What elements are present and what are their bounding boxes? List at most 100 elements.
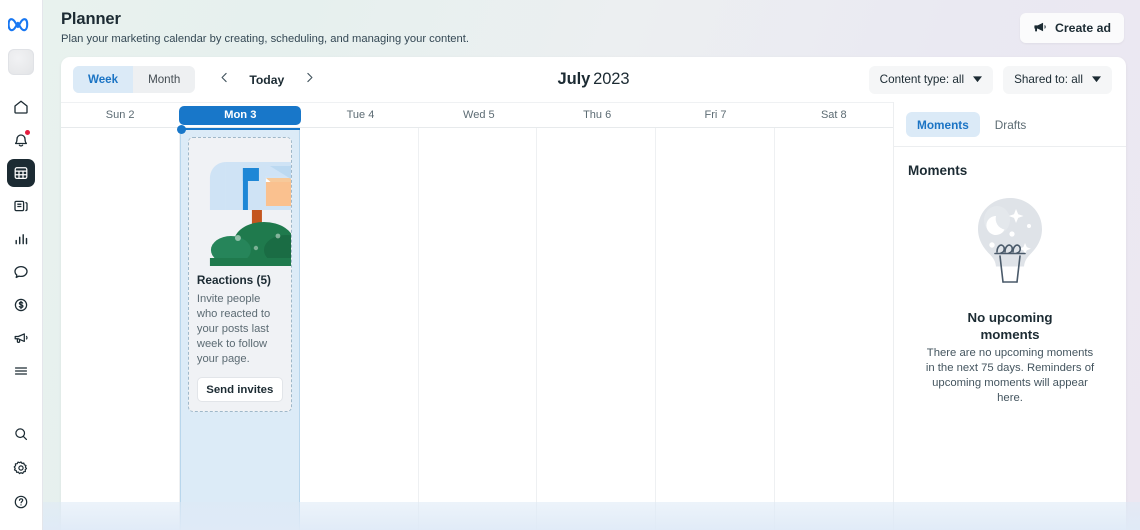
view-switcher: Week Month [73,66,196,93]
calendar-grid: Reactions (5) Invite people who reacted … [61,125,893,530]
planner-board: Week Month Today July 2023 Content type:… [61,57,1126,530]
chevron-left-icon [218,71,231,89]
bar-chart-icon [13,231,29,247]
page-header: Planner Plan your marketing calendar by … [43,0,1140,57]
megaphone-icon [13,330,29,346]
settings-button[interactable] [7,454,35,482]
search-icon [13,426,29,442]
pages-icon [13,198,29,214]
home-icon [13,99,29,115]
event-card-reactions[interactable]: Reactions (5) Invite people who reacted … [187,137,292,412]
day-header-label: Thu 6 [583,109,612,121]
day-header-sun[interactable]: Sun 2 [61,103,179,127]
view-month-button[interactable]: Month [133,66,195,93]
day-header-thu[interactable]: Thu 6 [538,103,656,127]
chevron-down-icon [973,73,983,86]
notification-badge-dot [25,130,30,135]
calendar-column-fri[interactable] [656,128,776,530]
chevron-down-icon [1092,73,1101,86]
page-subtitle: Plan your marketing calendar by creating… [61,33,469,45]
event-card-body: Reactions (5) Invite people who reacted … [189,273,291,402]
prev-period-button[interactable] [211,67,237,93]
today-day-pill: Mon 3 [179,105,302,125]
gear-icon [13,460,29,476]
calendar-column-sun[interactable] [61,128,180,530]
page-header-text: Planner Plan your marketing calendar by … [61,9,469,46]
empty-state-text: There are no upcoming moments in the nex… [925,347,1095,404]
day-header-fri[interactable]: Fri 7 [656,103,774,127]
empty-state-title: No upcoming moments [967,310,1053,342]
page-title: Planner [61,10,121,28]
day-header-label: Tue 4 [346,109,375,121]
sidebar-item-pages[interactable] [7,192,35,220]
help-button[interactable] [7,488,35,516]
day-header-label: Wed 5 [463,109,495,121]
lightbulb-night-illustration [959,190,1061,299]
megaphone-icon [1033,20,1047,37]
sidebar-item-insights[interactable] [7,225,35,253]
day-header-sat[interactable]: Sat 8 [775,103,893,127]
calendar-day-headers: Sun 2 Mon 3 Tue 4 Wed 5 Thu 6 Fri 7 Sat … [61,102,893,128]
moments-panel-heading: Moments [908,163,968,178]
dollar-circle-icon [13,297,29,313]
sidebar-item-home[interactable] [7,93,35,121]
board-body: Sun 2 Mon 3 Tue 4 Wed 5 Thu 6 Fri 7 Sat … [61,102,1126,530]
content-type-filter[interactable]: Content type: all [868,65,994,94]
view-week-button[interactable]: Week [73,66,134,93]
create-ad-label: Create ad [1054,21,1111,35]
chat-bubble-icon [13,264,29,280]
calendar-column-thu[interactable] [537,128,657,530]
sidebar-item-planner[interactable] [7,159,35,187]
mailbox-illustration [188,138,291,266]
calendar-column-sat[interactable] [775,128,893,530]
sidebar-item-ads[interactable] [7,324,35,352]
filter-group: Content type: all Shared to: all [868,65,1112,94]
month-name: July [557,70,591,88]
planner-app: Planner Plan your marketing calendar by … [0,0,1140,530]
left-nav-rail [0,0,43,530]
hamburger-menu-icon [13,363,29,379]
tab-moments[interactable]: Moments [906,112,980,137]
day-header-wed[interactable]: Wed 5 [420,103,538,127]
avatar[interactable] [8,49,34,75]
today-indicator-knob [176,125,186,134]
calendar-toolbar: Week Month Today July 2023 Content type:… [61,57,1126,102]
calendar-column-tue[interactable] [300,128,419,530]
today-indicator-line [179,128,300,130]
day-header-tue[interactable]: Tue 4 [301,103,419,127]
rail-primary-items [7,93,35,390]
day-header-label: Sun 2 [105,109,135,121]
week-calendar: Sun 2 Mon 3 Tue 4 Wed 5 Thu 6 Fri 7 Sat … [61,102,894,530]
moments-panel-tabs: Moments Drafts [894,102,1126,147]
create-ad-button[interactable]: Create ad [1019,13,1124,43]
today-button[interactable]: Today [239,67,294,93]
shared-to-filter-label: Shared to: all [1014,73,1083,86]
day-header-mon[interactable]: Mon 3 [179,103,302,127]
day-header-label: Sat 8 [820,109,847,121]
calendar-grid-icon [13,165,29,181]
year-label: 2023 [593,70,630,88]
next-period-button[interactable] [296,67,322,93]
tab-drafts[interactable]: Drafts [984,112,1037,137]
sidebar-item-notifications[interactable] [7,126,35,154]
moments-empty-state: No upcoming moments There are no upcomin… [894,178,1126,530]
chevron-right-icon [303,71,316,89]
sidebar-item-inbox[interactable] [7,258,35,286]
help-circle-icon [13,494,29,510]
send-invites-button[interactable]: Send invites [196,377,283,402]
rail-bottom-items [0,420,42,522]
moments-panel: Moments Drafts Moments No upcoming momen… [894,102,1126,530]
sidebar-item-monetization[interactable] [7,291,35,319]
event-card-title: Reactions (5) [196,273,271,287]
date-nav-group: Today [211,67,322,93]
search-button[interactable] [7,420,35,448]
event-card-description: Invite people who reacted to your posts … [196,293,271,365]
calendar-column-wed[interactable] [419,128,538,530]
day-header-label: Fri 7 [704,109,727,121]
shared-to-filter[interactable]: Shared to: all [1003,65,1112,94]
main-region: Planner Plan your marketing calendar by … [43,0,1140,530]
meta-infinity-logo-icon[interactable] [7,15,35,37]
calendar-column-mon[interactable]: Reactions (5) Invite people who reacted … [176,125,300,530]
sidebar-item-more[interactable] [7,357,35,385]
content-type-filter-label: Content type: all [879,73,965,86]
